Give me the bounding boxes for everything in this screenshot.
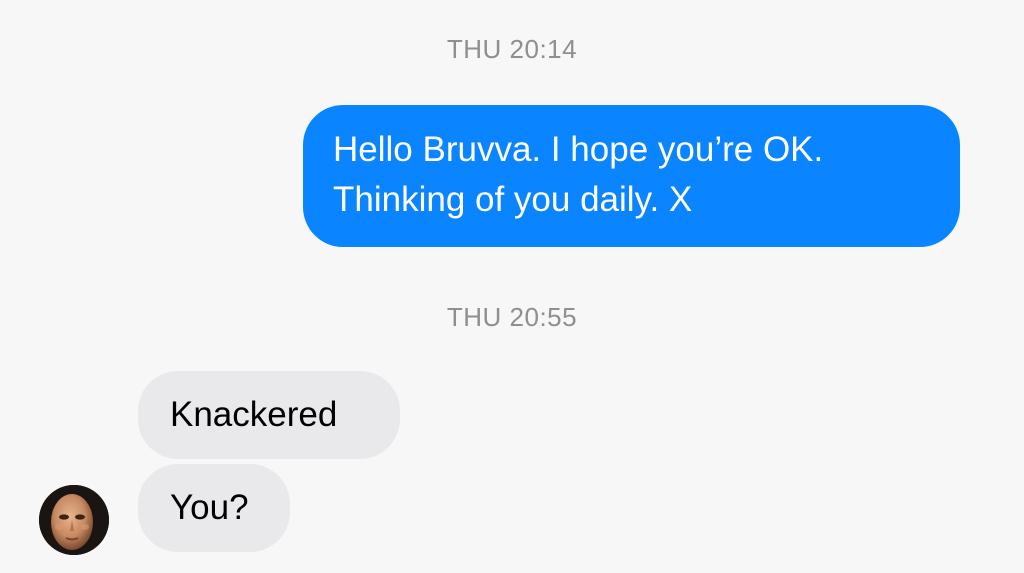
timestamp: THU 20:55 [446,302,578,332]
timestamp: THU 20:14 [446,34,578,64]
sent-message-bubble[interactable]: Hello Bruvva. I hope you’re OK. Thinking… [303,105,960,247]
mask-face-icon [39,485,109,555]
contact-avatar[interactable] [39,485,109,555]
message-text: You? [170,488,249,527]
message-text-line: Hello Bruvva. I hope you’re OK. [333,130,824,169]
message-text-line: Thinking of you daily. X [333,180,693,219]
received-message-bubble[interactable]: You? [138,464,290,552]
received-message-bubble[interactable]: Knackered [138,371,400,459]
message-text: Knackered [170,395,338,434]
